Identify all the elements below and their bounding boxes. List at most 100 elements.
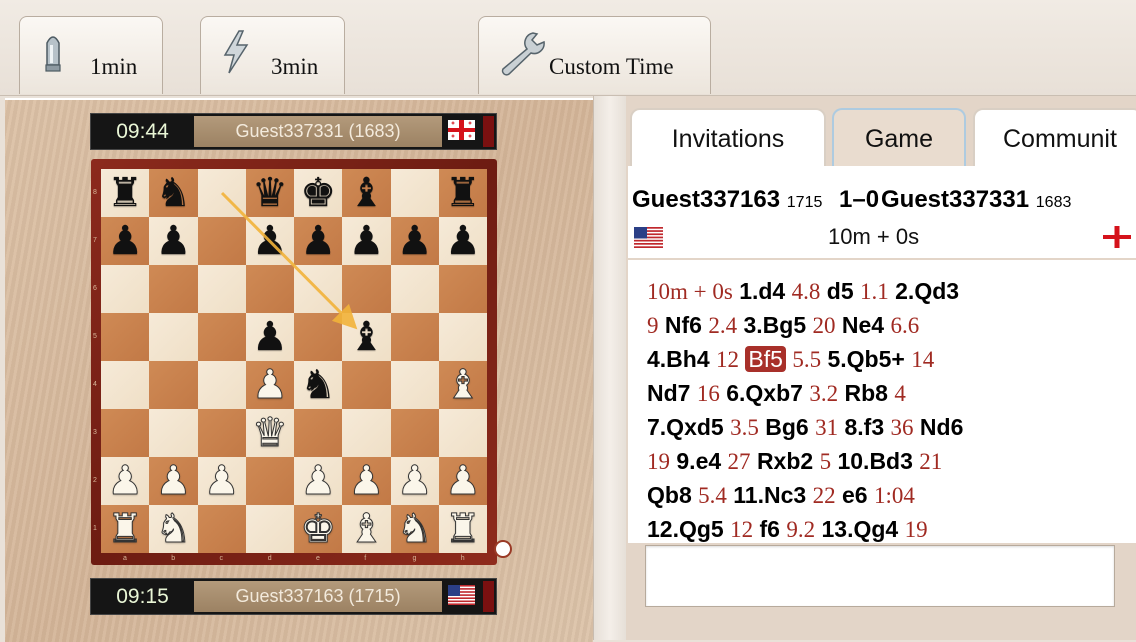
- move[interactable]: Rxb2: [757, 448, 813, 474]
- move-line: 4.Bh4 12 Bf5 5.5 5.Qb5+ 14: [647, 346, 934, 373]
- move[interactable]: Rb8: [844, 380, 887, 406]
- move-time: 5.4: [698, 483, 727, 508]
- rank-label: 8: [93, 189, 97, 196]
- move-time: 36: [890, 415, 914, 440]
- file-label: d: [267, 555, 272, 562]
- move[interactable]: Nd7: [647, 380, 690, 406]
- three-minute-label: 3min: [271, 54, 319, 79]
- black-player: Guest337331 1683: [881, 186, 1071, 214]
- file-label: f: [364, 555, 367, 562]
- white-player-rating: 1715: [786, 194, 823, 211]
- move-line: 12.Qg5 12 f6 9.2 13.Qg4 19: [647, 516, 928, 543]
- bullet-icon: [38, 29, 68, 80]
- move[interactable]: 7.Qxd5: [647, 414, 724, 440]
- move[interactable]: Nf6: [665, 312, 702, 338]
- rank-label: 5: [93, 333, 97, 340]
- panel-divider[interactable]: [593, 96, 626, 640]
- bottom-player-clock: 09:15: [116, 585, 169, 608]
- tab-community[interactable]: Communit: [973, 108, 1136, 166]
- move-time: 9.2: [786, 517, 816, 542]
- file-label: g: [412, 555, 417, 562]
- rank-label: 2: [93, 477, 97, 484]
- move[interactable]: d5: [827, 278, 854, 304]
- lightning-icon: [219, 29, 253, 80]
- move[interactable]: Bg6: [765, 414, 808, 440]
- bottom-player-name[interactable]: Guest337163 (1715): [194, 581, 442, 612]
- move-list[interactable]: 10m + 0s 1.d4 4.8 d5 1.1 2.Qd3 9 Nf6 2.4 …: [628, 260, 1136, 543]
- move[interactable]: 1.d4: [739, 278, 785, 304]
- move[interactable]: 11.Nc3: [733, 482, 806, 508]
- move-time: 19: [904, 517, 928, 542]
- rank-label: 4: [93, 381, 97, 388]
- move[interactable]: f6: [760, 516, 780, 542]
- move-time: 19: [647, 449, 670, 474]
- move[interactable]: 13.Qg4: [821, 516, 898, 542]
- top-player-name[interactable]: Guest337331 (1683): [194, 116, 442, 147]
- georgia-flag-icon: [448, 120, 475, 140]
- move[interactable]: e6: [842, 482, 868, 508]
- move-time: 22: [812, 483, 836, 508]
- board-resize-handle[interactable]: [494, 540, 512, 558]
- rank-label: 3: [93, 429, 97, 436]
- move-time: 16: [696, 381, 720, 406]
- top-player-endcap: [483, 116, 494, 147]
- move-line: 10m + 0s 1.d4 4.8 d5 1.1 2.Qd3: [647, 278, 959, 305]
- move-time: 2.4: [708, 313, 738, 338]
- move-time: 4.8: [791, 279, 821, 304]
- move-time: 31: [815, 415, 839, 440]
- move[interactable]: 5.Qb5+: [827, 346, 904, 372]
- move-time: 5: [819, 449, 832, 474]
- move[interactable]: 2.Qd3: [895, 278, 959, 304]
- georgia-flag-icon: [1103, 226, 1131, 248]
- move-line: 7.Qxd5 3.5 Bg6 31 8.f3 36 Nd6: [647, 414, 963, 441]
- time-control: 10m + 0s: [828, 224, 920, 249]
- wrench-icon: [497, 29, 547, 82]
- move-line: 9 Nf6 2.4 3.Bg5 20 Ne4 6.6: [647, 312, 919, 339]
- move[interactable]: Qb8: [647, 482, 692, 508]
- game-header: Guest337163 1715 1–0 Guest337331 1683 10…: [628, 166, 1136, 258]
- move-time: 14: [911, 347, 935, 372]
- move[interactable]: 12.Qg5: [647, 516, 724, 542]
- white-player-name: Guest337163: [632, 186, 781, 213]
- move-line: 19 9.e4 27 Rxb2 5 10.Bd3 21: [647, 448, 942, 475]
- black-player-name: Guest337331: [881, 186, 1030, 213]
- tab-game[interactable]: Game: [832, 108, 966, 166]
- usa-flag-icon: [448, 585, 475, 605]
- move-time: 5.5: [792, 347, 822, 372]
- file-label: e: [316, 555, 320, 562]
- custom-time-button[interactable]: Custom Time: [478, 16, 711, 94]
- rank-label: 1: [93, 525, 97, 532]
- move-time: 10m + 0s: [647, 279, 733, 304]
- move-time: 12: [716, 347, 740, 372]
- move[interactable]: Ne4: [842, 312, 884, 338]
- move[interactable]: 8.f3: [844, 414, 884, 440]
- move-time: 9: [647, 313, 659, 338]
- move-time: 27: [727, 449, 751, 474]
- move[interactable]: 4.Bh4: [647, 346, 710, 372]
- move[interactable]: 9.e4: [676, 448, 721, 474]
- one-minute-label: 1min: [90, 54, 138, 79]
- one-minute-button[interactable]: 1min: [19, 16, 163, 94]
- tab-invitations[interactable]: Invitations: [630, 108, 826, 166]
- move-time: 21: [919, 449, 943, 474]
- move[interactable]: 3.Bg5: [743, 312, 806, 338]
- move-time: 3.2: [809, 381, 839, 406]
- white-player: Guest337163 1715: [632, 186, 822, 214]
- move-time: 20: [812, 313, 836, 338]
- move[interactable]: 6.Qxb7: [726, 380, 803, 406]
- three-minute-button[interactable]: 3min: [200, 16, 345, 94]
- rank-label: 7: [93, 237, 97, 244]
- top-player-clock: 09:44: [116, 120, 169, 143]
- file-label: h: [460, 555, 465, 562]
- move[interactable]: Nd6: [920, 414, 963, 440]
- move[interactable]: 10.Bd3: [837, 448, 912, 474]
- file-label: a: [123, 555, 127, 562]
- move-time: 4: [894, 381, 906, 406]
- current-move[interactable]: Bf5: [745, 346, 786, 372]
- file-label: b: [171, 555, 176, 562]
- move-time: 1.1: [860, 279, 889, 304]
- last-move-arrow: [220, 191, 358, 330]
- chat-input[interactable]: [645, 545, 1115, 607]
- file-label: c: [219, 555, 224, 562]
- move-line: Nd7 16 6.Qxb7 3.2 Rb8 4: [647, 380, 906, 407]
